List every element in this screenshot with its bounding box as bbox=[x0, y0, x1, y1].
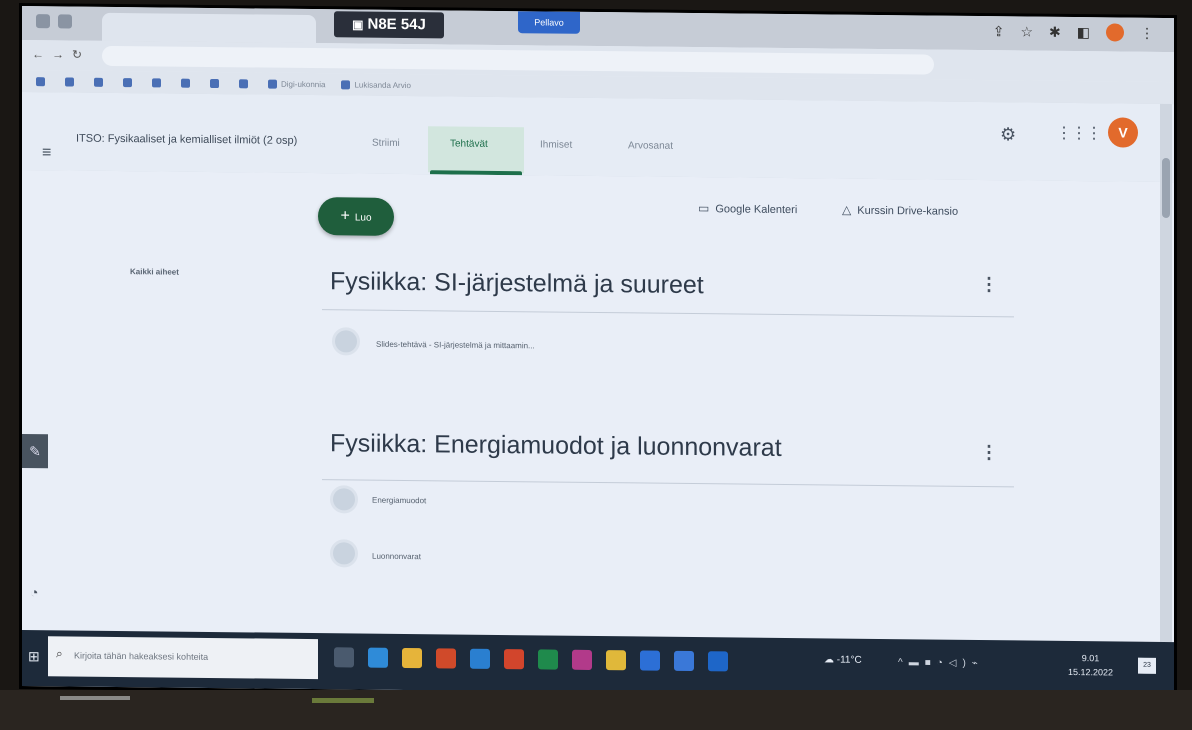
assignment-title[interactable]: Luonnonvarat bbox=[372, 552, 421, 562]
cast-icon: ▣ bbox=[352, 17, 364, 32]
monitor-screen: ▣ N8E 54J Pellavo ⇪ ☆ ✱ ◧ ⋮ ←→↻ Digi-ukon… bbox=[22, 6, 1174, 699]
extensions-icon[interactable]: ✱ bbox=[1049, 23, 1061, 40]
back-forward-reload-icons[interactable]: ←→↻ bbox=[32, 47, 90, 62]
cloud-icon: ☁ bbox=[824, 654, 837, 666]
bookmark-icon bbox=[341, 79, 351, 89]
hamburger-menu-icon[interactable]: ≡ bbox=[42, 144, 51, 162]
bookmark-item[interactable] bbox=[36, 76, 49, 86]
tab-stream[interactable]: Striimi bbox=[372, 138, 400, 149]
gear-icon[interactable]: ⚙ bbox=[1000, 124, 1016, 145]
powerpoint-icon[interactable] bbox=[504, 649, 524, 670]
bookmark-icon bbox=[65, 76, 74, 87]
profile-avatar-small[interactable] bbox=[1106, 23, 1124, 42]
classwork-main: + Luo ▭ Google Kalenteri △ Kurssin Drive-ka… bbox=[22, 170, 1174, 653]
more-options-icon[interactable]: ⋮ bbox=[980, 442, 998, 463]
share-icon[interactable]: ⇪ bbox=[993, 23, 1005, 40]
browser-tab-active[interactable] bbox=[102, 12, 316, 44]
plus-icon: + bbox=[340, 207, 350, 225]
google-calendar-link[interactable]: ▭ Google Kalenteri bbox=[698, 201, 797, 216]
bookmark-item[interactable]: Digi-ukonnia bbox=[268, 79, 325, 89]
task-view-icon[interactable] bbox=[334, 647, 354, 668]
tab-search-icon[interactable] bbox=[58, 14, 72, 29]
more-options-icon[interactable]: ⋮ bbox=[980, 274, 998, 295]
assignment-icon bbox=[330, 485, 358, 514]
menu-kebab-icon[interactable]: ⋮ bbox=[1140, 24, 1154, 41]
topic-divider bbox=[322, 309, 1014, 318]
assignment-icon bbox=[332, 327, 360, 356]
bezel-detail bbox=[312, 698, 374, 703]
bookmark-item[interactable]: Lukisanda Arvio bbox=[341, 79, 411, 90]
bookmark-item[interactable] bbox=[210, 78, 223, 88]
bezel-detail bbox=[60, 696, 130, 700]
bookmark-item[interactable] bbox=[152, 77, 165, 87]
chrome-icon[interactable] bbox=[606, 650, 626, 671]
bookmark-icon bbox=[152, 77, 161, 87]
topic-title: Fysiikka: Energiamuodot ja luonnonvarat bbox=[330, 429, 782, 462]
tab-grades[interactable]: Arvosanat bbox=[628, 140, 673, 151]
taskbar-search[interactable]: ⌕ Kirjoita tähän hakeaksesi kohteita bbox=[48, 636, 318, 680]
calendar-icon: ▭ bbox=[698, 201, 710, 216]
bookmark-icon bbox=[239, 78, 248, 88]
bookmark-icon bbox=[268, 79, 277, 89]
word-icon[interactable] bbox=[640, 650, 660, 671]
taskbar-clock[interactable]: 9.01 15.12.2022 bbox=[1068, 651, 1113, 679]
assignment-icon bbox=[330, 539, 358, 568]
topic-divider bbox=[322, 479, 1014, 488]
assignment-title[interactable]: Energiamuodot bbox=[372, 496, 426, 506]
teams-icon[interactable] bbox=[674, 650, 694, 672]
file-explorer-icon[interactable] bbox=[402, 647, 422, 669]
topic-title: Fysiikka: SI-järjestelmä ja suureet bbox=[330, 267, 704, 300]
course-title[interactable]: ITSO: Fysikaaliset ja kemialliset ilmiöt… bbox=[76, 133, 297, 147]
bookmark-icon bbox=[94, 77, 103, 87]
avatar[interactable]: V bbox=[1108, 117, 1138, 148]
app-icon[interactable] bbox=[572, 649, 592, 670]
sidebar-icon[interactable]: ◧ bbox=[1077, 24, 1090, 41]
bookmark-item[interactable] bbox=[239, 78, 252, 88]
assignment-title[interactable]: Slides-tehtävä - SI-järjestelmä ja mitta… bbox=[376, 340, 535, 351]
edge-icon[interactable] bbox=[368, 647, 388, 668]
tab-classwork[interactable]: Tehtävät bbox=[450, 138, 488, 149]
bookmark-item[interactable] bbox=[181, 78, 194, 88]
url-field[interactable] bbox=[102, 45, 934, 75]
tab-people[interactable]: Ihmiset bbox=[540, 139, 572, 150]
apps-grid-icon[interactable]: ⋮⋮⋮ bbox=[1056, 123, 1101, 143]
share-indicator[interactable]: Pellavo bbox=[518, 11, 580, 34]
bookmark-icon bbox=[210, 78, 219, 88]
store-icon[interactable] bbox=[470, 648, 490, 669]
drive-folder-link[interactable]: △ Kurssin Drive-kansio bbox=[842, 203, 958, 218]
bookmark-icon bbox=[36, 76, 45, 86]
screen-share-code-badge: ▣ N8E 54J bbox=[334, 11, 444, 39]
sidebar-item-all-topics[interactable]: Kaikki aiheet bbox=[130, 267, 179, 277]
scrollbar-thumb[interactable] bbox=[1162, 157, 1170, 219]
bookmark-icon bbox=[181, 78, 190, 88]
bookmark-icon bbox=[123, 77, 132, 87]
pencil-icon[interactable]: ✎ bbox=[22, 434, 48, 469]
system-tray-icons[interactable]: ^▬■◔◁)⌁ bbox=[898, 657, 984, 669]
browser-actions: ⇪ ☆ ✱ ◧ ⋮ bbox=[993, 22, 1154, 42]
bookmark-item[interactable] bbox=[94, 77, 107, 87]
windows-taskbar: ⊞ ⌕ Kirjoita tähän hakeaksesi kohteita ☁… bbox=[22, 630, 1174, 699]
search-icon: ⌕ bbox=[56, 646, 63, 661]
windows-start-icon[interactable]: ⊞ bbox=[28, 648, 40, 665]
taskbar-apps bbox=[334, 647, 728, 672]
tab-nav-icon[interactable] bbox=[36, 14, 50, 29]
drive-icon: △ bbox=[842, 202, 852, 217]
app-icon[interactable] bbox=[436, 648, 456, 669]
star-icon[interactable]: ☆ bbox=[1020, 23, 1033, 40]
classroom-header: ≡ ITSO: Fysikaaliset ja kemialliset ilmi… bbox=[22, 92, 1174, 184]
create-button[interactable]: + Luo bbox=[318, 197, 394, 236]
weather-widget[interactable]: ☁ -11°C bbox=[824, 654, 862, 665]
excel-icon[interactable] bbox=[538, 649, 558, 670]
help-icon[interactable]: ◔ bbox=[30, 584, 38, 600]
notification-icon[interactable]: 23 bbox=[1138, 657, 1156, 674]
monitor-bezel bbox=[0, 690, 1192, 730]
bookmark-item[interactable] bbox=[123, 77, 136, 87]
outlook-icon[interactable] bbox=[708, 651, 728, 672]
bookmark-item[interactable] bbox=[65, 76, 78, 87]
